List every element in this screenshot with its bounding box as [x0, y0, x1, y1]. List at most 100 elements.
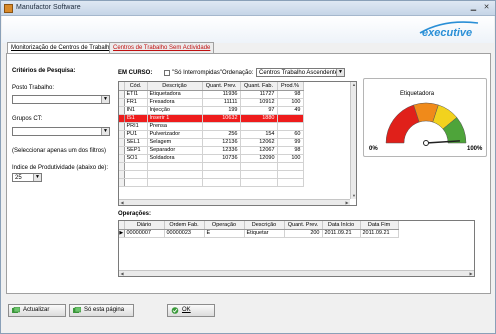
scroll-left-icon[interactable]: ◀ [119, 271, 125, 276]
scroll-up-icon[interactable]: ▲ [351, 82, 356, 88]
em-curso-vscroll[interactable]: ▲ ▼ [350, 82, 356, 199]
cell-quant-prev: 200 [284, 229, 323, 238]
col-quant-prev[interactable]: Quant. Prev. [202, 82, 241, 91]
cell-data-fim: 2011.09.21 [360, 229, 399, 238]
scroll-right-icon[interactable]: ▶ [468, 271, 474, 276]
col-ordem-fab[interactable]: Ordem Fab. [164, 221, 205, 230]
indice-combo[interactable]: 25 ▼ [12, 173, 42, 182]
col-data-fim[interactable]: Data Fim [360, 221, 399, 230]
em-curso-row[interactable]: IS1 Inserir 1 10632 1880 [119, 114, 304, 123]
cell-data-inicio: 2011.09.21 [322, 229, 361, 238]
cell-cod: FR1 [124, 98, 148, 107]
em-curso-grid[interactable]: Cód. Descrição Quant. Prev. Quant. Fab. … [118, 81, 357, 206]
em-curso-hscroll[interactable]: ◀ ▶ [119, 199, 350, 205]
posto-label: Posto Trabalho: [12, 85, 55, 91]
tab-sem-actividade[interactable]: Centros de Trabalho Sem Actividade [109, 42, 215, 53]
col-diario[interactable]: Diário [124, 221, 165, 230]
em-curso-row[interactable]: SEL1 Selagem 12136 12062 99 [119, 138, 304, 147]
scroll-down-icon[interactable]: ▼ [351, 193, 356, 199]
scroll-left-icon[interactable]: ◀ [119, 200, 125, 205]
logo-text: executive [422, 27, 472, 39]
col-quant-prev[interactable]: Quant. Prev. [284, 221, 323, 230]
cell-descricao: Pulverizador [147, 130, 203, 139]
empty-cell [124, 162, 148, 171]
cell-descricao: Etiquetar [244, 229, 285, 238]
em-curso-row[interactable]: ETI1 Etiquetadora 11936 11727 98 [119, 90, 304, 99]
gauge-max-label: 100% [467, 146, 483, 152]
cell-quant-prev: 11936 [202, 90, 241, 99]
cell-quant-fab: 10912 [240, 98, 278, 107]
cell-quant-prev: 12136 [202, 138, 241, 147]
indice-label: Indice de Produtividade (abaixo de): [12, 165, 109, 171]
cell-prod: 98 [277, 90, 304, 99]
cell-descricao: Prensa [147, 122, 203, 131]
col-cod[interactable]: Cód. [124, 82, 148, 91]
so-interrompidas-checkbox[interactable] [164, 70, 170, 76]
operacoes-hscroll[interactable]: ◀ ▶ [119, 270, 474, 276]
indice-value: 25 [15, 175, 22, 181]
actualizar-button[interactable]: Actualizar [8, 304, 66, 317]
chevron-down-icon[interactable]: ▼ [336, 69, 344, 76]
empty-cell [124, 178, 148, 187]
cell-prod: 99 [277, 138, 304, 147]
cell-quant-fab: 12067 [240, 146, 278, 155]
minimize-icon[interactable]: ▁ [468, 3, 479, 13]
em-curso-row[interactable]: SO1 Soldadora 10736 12090 100 [119, 154, 304, 163]
col-descricao[interactable]: Descrição [147, 82, 203, 91]
ordenacao-combo[interactable]: Centros Trabalho Ascendente ▼ [256, 68, 345, 77]
empty-cell [202, 170, 241, 179]
cell-quant-fab: 11727 [240, 90, 278, 99]
col-operacao[interactable]: Operação [204, 221, 245, 230]
cell-prod: 60 [277, 130, 304, 139]
so-esta-pagina-button[interactable]: Só esta página [69, 304, 134, 317]
executive-logo: executive [419, 21, 479, 39]
ordenacao-value: Centros Trabalho Ascendente [259, 70, 339, 76]
cell-prod: 49 [277, 106, 304, 115]
em-curso-table: Cód. Descrição Quant. Prev. Quant. Fab. … [119, 82, 304, 187]
em-curso-row[interactable]: IN1 Injecção 199 97 49 [119, 106, 304, 115]
ok-label: OK [182, 307, 191, 313]
empty-cell [124, 170, 148, 179]
cell-quant-prev: 10632 [202, 114, 241, 123]
page-icon [73, 307, 81, 313]
empty-cell [202, 178, 241, 187]
cell-descricao: Selagem [147, 138, 203, 147]
chevron-down-icon[interactable]: ▼ [33, 174, 41, 181]
scroll-right-icon[interactable]: ▶ [344, 200, 350, 205]
cell-descricao: Soldadora [147, 154, 203, 163]
cell-prod [277, 114, 304, 123]
empty-cell [147, 170, 203, 179]
em-curso-row[interactable]: PRI1 Prensa [119, 122, 304, 131]
gauge-min-label: 0% [369, 146, 378, 152]
cell-descricao: Fresadora [147, 98, 203, 107]
cell-quant-fab: 12062 [240, 138, 278, 147]
cell-descricao: Separador [147, 146, 203, 155]
refresh-icon [12, 307, 20, 313]
cell-prod: 100 [277, 98, 304, 107]
col-descricao[interactable]: Descrição [244, 221, 285, 230]
operacoes-grid[interactable]: Diário Ordem Fab. Operação Descrição Qua… [118, 220, 475, 277]
grupos-label: Grupos CT: [12, 116, 43, 122]
col-data-inicio[interactable]: Data Início [322, 221, 361, 230]
cell-operacao: E [204, 229, 245, 238]
tab-monitorizacao[interactable]: Monitorização de Centros de Trabalho [7, 42, 117, 53]
em-curso-row[interactable]: PU1 Pulverizador 256 154 60 [119, 130, 304, 139]
cell-quant-fab [240, 122, 278, 131]
ok-button[interactable]: OK [167, 304, 215, 317]
empty-cell [240, 170, 278, 179]
grupos-combo[interactable]: ▼ [12, 127, 110, 136]
em-curso-row[interactable]: FR1 Fresadora 11111 10912 100 [119, 98, 304, 107]
ordenacao-label: Ordenação: [222, 70, 254, 76]
cell-quant-fab: 1880 [240, 114, 278, 123]
operacoes-row[interactable]: ▶ 00000007 00000023 E Etiquetar 200 2011.09.21… [119, 229, 399, 238]
cell-quant-fab: 97 [240, 106, 278, 115]
close-icon[interactable]: ✕ [481, 3, 492, 13]
em-curso-row[interactable]: SEP1 Separador 12336 12067 98 [119, 146, 304, 155]
posto-combo[interactable]: ▼ [12, 95, 110, 104]
col-prod[interactable]: Prod.% [277, 82, 304, 91]
cell-descricao: Injecção [147, 106, 203, 115]
chevron-down-icon[interactable]: ▼ [101, 96, 109, 103]
actualizar-label: Actualizar [23, 307, 50, 313]
chevron-down-icon[interactable]: ▼ [101, 128, 109, 135]
col-quant-fab[interactable]: Quant. Fab. [240, 82, 278, 91]
